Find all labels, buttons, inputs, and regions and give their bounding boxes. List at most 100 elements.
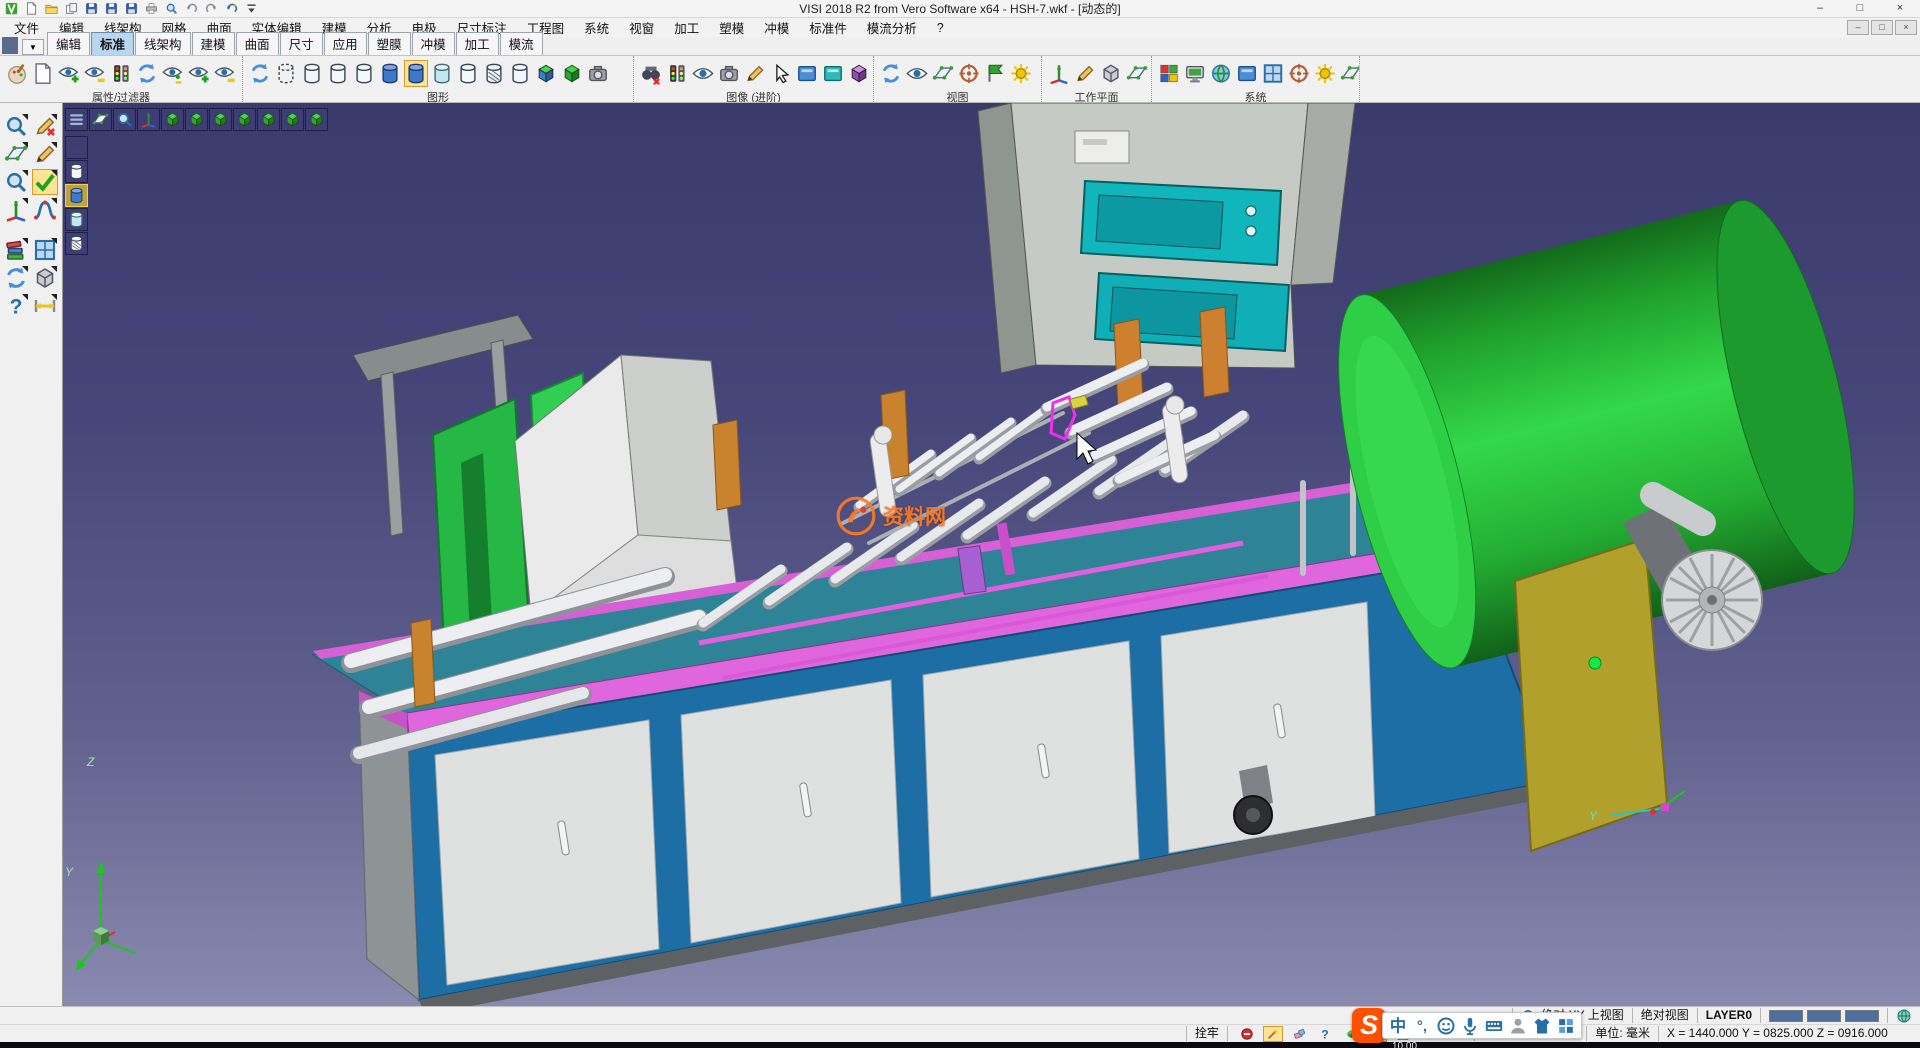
tab-尺寸[interactable]: 尺寸 (280, 32, 323, 55)
fit-view-icon[interactable] (89, 108, 112, 131)
maximize-button[interactable]: □ (1840, 0, 1880, 17)
delete-entity-icon[interactable] (32, 113, 58, 139)
zoom-view-icon[interactable] (113, 108, 136, 131)
delete-selection-icon[interactable] (1289, 1026, 1309, 1042)
tab-冲模[interactable]: 冲模 (412, 32, 455, 55)
view-top-icon[interactable] (185, 108, 208, 131)
gouraud-shading-icon[interactable] (378, 60, 402, 87)
zoom-solid-icon[interactable] (3, 169, 29, 195)
visi-logo-icon[interactable] (3, 1, 20, 16)
view-back-icon[interactable] (257, 108, 280, 131)
query-help-icon[interactable] (1315, 1026, 1335, 1042)
view-target-icon[interactable] (957, 60, 981, 87)
menu-item-文件[interactable]: 文件 (4, 18, 49, 37)
active-layer-indicator[interactable]: LAYER0 (1697, 1008, 1760, 1023)
ime-toolbox-icon[interactable] (1555, 1015, 1577, 1037)
view-front-icon[interactable] (233, 108, 256, 131)
units-indicator[interactable]: 单位: 毫米 (1586, 1026, 1658, 1041)
menu-item-标准件[interactable]: 标准件 (799, 18, 857, 37)
panel-blue-icon[interactable] (795, 60, 819, 87)
annotate-image-icon[interactable] (743, 60, 767, 87)
viewport-3d[interactable]: 资料网 Z Y Y (63, 103, 1920, 1006)
workplane-cube-icon[interactable] (1099, 60, 1123, 87)
view-mode-indicator[interactable]: 绝对视图 (1632, 1008, 1697, 1023)
invert-visibility-icon[interactable] (161, 60, 185, 87)
workplane-plane-icon[interactable] (1125, 60, 1149, 87)
zoom-dynamic-icon[interactable] (3, 113, 29, 139)
ime-punctuation-icon[interactable] (1411, 1015, 1433, 1037)
section-hatch-icon[interactable] (482, 60, 506, 87)
mdi-minimize-button[interactable]: – (1847, 20, 1869, 35)
menu-item-冲模[interactable]: 冲模 (754, 18, 799, 37)
panel-teal-icon[interactable] (821, 60, 845, 87)
lock-toggle[interactable]: 拴牢 (1186, 1026, 1227, 1041)
viewport-menu-icon[interactable] (65, 108, 88, 131)
save-all-icon[interactable] (123, 1, 140, 16)
undo-history-icon[interactable] (223, 1, 240, 16)
observe-icon[interactable] (691, 60, 715, 87)
flat-shading-icon[interactable] (352, 60, 376, 87)
show-entities-icon[interactable] (57, 60, 81, 87)
move-axes-icon[interactable] (3, 197, 29, 223)
mode-wireframe-icon[interactable] (65, 136, 88, 159)
hidden-line-display-icon[interactable] (300, 60, 324, 87)
ime-skin-icon[interactable] (1531, 1015, 1553, 1037)
axonometric-icon[interactable] (137, 108, 160, 131)
saved-views-icon[interactable] (983, 60, 1007, 87)
light-source-icon[interactable] (1009, 60, 1033, 87)
wireframe-display-icon[interactable] (274, 60, 298, 87)
selection-wand-icon[interactable] (1263, 1026, 1283, 1042)
ime-voice-icon[interactable] (1459, 1015, 1481, 1037)
menu-item-?[interactable]: ? (927, 21, 954, 35)
double-cylinder-icon[interactable] (508, 60, 532, 87)
save-as-icon[interactable] (103, 1, 120, 16)
menu-item-视窗[interactable]: 视窗 (619, 18, 664, 37)
globe-icon[interactable] (1896, 1008, 1912, 1024)
transparent-display-icon[interactable] (430, 60, 454, 87)
attribute-preview-icon[interactable] (31, 60, 55, 87)
tab-曲面[interactable]: 曲面 (236, 32, 279, 55)
refresh-view-icon[interactable] (879, 60, 903, 87)
close-button[interactable]: × (1880, 0, 1920, 17)
solid-box-icon[interactable] (534, 60, 558, 87)
tab-标准[interactable]: 标准 (91, 32, 134, 55)
print-preview-icon[interactable] (163, 1, 180, 16)
select-plane-icon[interactable] (3, 141, 29, 167)
spline-edit-icon[interactable] (32, 197, 58, 223)
menu-item-塑模[interactable]: 塑模 (709, 18, 754, 37)
hide-entities-icon[interactable] (83, 60, 107, 87)
tab-线架构[interactable]: 线架构 (135, 32, 191, 55)
tab-建模[interactable]: 建模 (192, 32, 235, 55)
render-traffic-icon[interactable] (665, 60, 689, 87)
quick-access-options-icon[interactable] (243, 1, 260, 16)
new-file-icon[interactable] (23, 1, 40, 16)
modify-attributes-icon[interactable] (5, 60, 29, 87)
measure-distance-ic[interactable] (32, 293, 58, 319)
regenerate-graphics-icon[interactable] (248, 60, 272, 87)
sketch-edit-icon[interactable] (32, 141, 58, 167)
tab-应用[interactable]: 应用 (324, 32, 367, 55)
color-settings-icon[interactable] (1157, 60, 1181, 87)
help-icon[interactable] (3, 293, 29, 319)
zoom-window-icon[interactable] (931, 60, 955, 87)
show-all-icon[interactable] (187, 60, 211, 87)
shaded-edges-icon[interactable] (404, 60, 428, 87)
window-grid-icon[interactable] (32, 237, 58, 263)
refresh-visibility-icon[interactable] (135, 60, 159, 87)
pick-view-icon[interactable] (769, 60, 793, 87)
ime-emoji-icon[interactable] (1435, 1015, 1457, 1037)
solid-cube-icon[interactable] (32, 265, 58, 291)
mdi-restore-button[interactable]: □ (1871, 20, 1893, 35)
mode-hidden-line-icon[interactable] (65, 160, 88, 183)
menu-item-加工[interactable]: 加工 (664, 18, 709, 37)
ime-keyboard-icon[interactable] (1483, 1015, 1505, 1037)
exit-command-icon[interactable] (1237, 1026, 1257, 1042)
layer-manager-icon[interactable] (3, 237, 29, 263)
light-settings-icon[interactable] (1313, 60, 1337, 87)
ime-language-icon[interactable] (1387, 1015, 1409, 1037)
workplane-axes-icon[interactable] (1047, 60, 1071, 87)
copy-file-icon[interactable] (63, 1, 80, 16)
save-icon[interactable] (83, 1, 100, 16)
tab-加工[interactable]: 加工 (456, 32, 499, 55)
transparent-edges-icon[interactable] (456, 60, 480, 87)
